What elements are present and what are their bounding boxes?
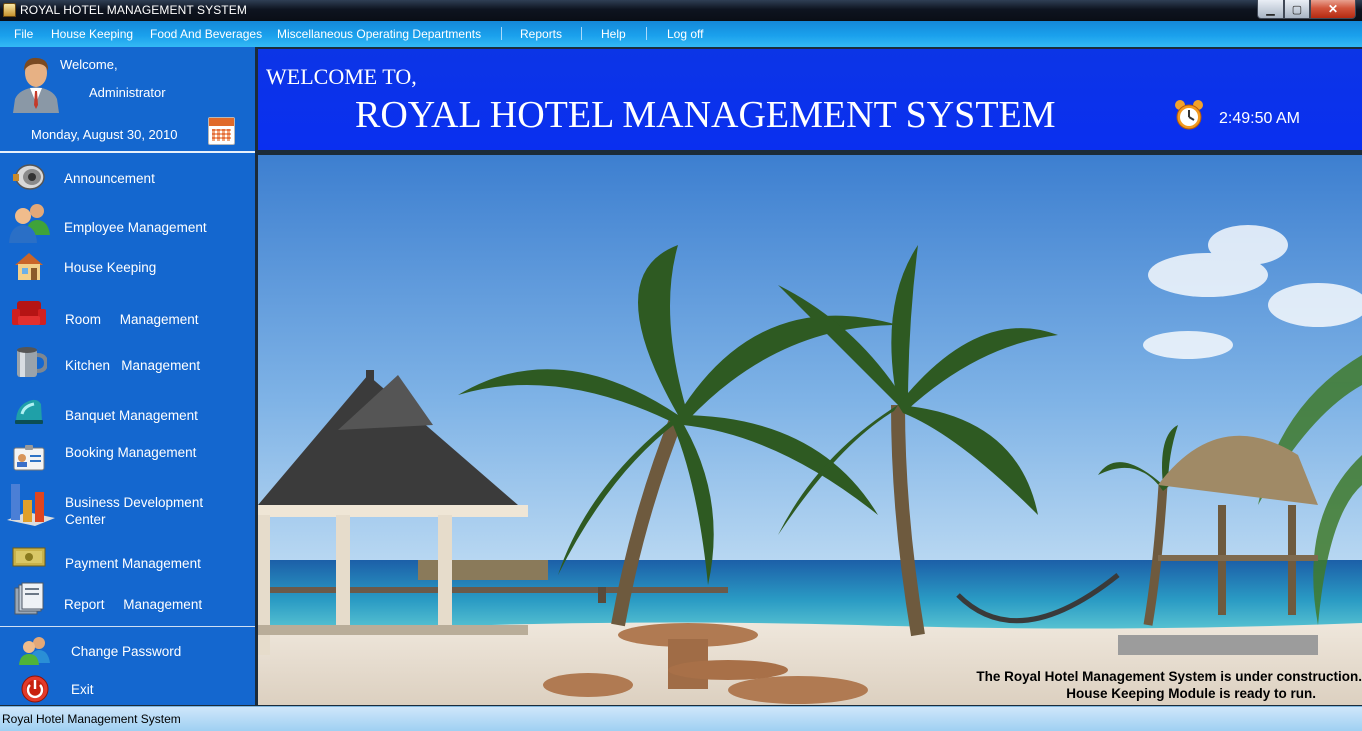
sidebar-item-label: Banquet Management — [65, 408, 198, 423]
power-icon — [21, 675, 49, 703]
sidebar: Welcome, Administrator Monday, August 30… — [0, 47, 255, 705]
sidebar-divider — [0, 626, 255, 627]
window-controls: ▁ ▢ ✕ — [1257, 0, 1356, 19]
user-avatar-icon — [13, 57, 59, 113]
books-icon — [14, 582, 44, 615]
sidebar-item-label: Room Management — [65, 312, 199, 327]
mug-icon — [17, 347, 47, 377]
window-title: ROYAL HOTEL MANAGEMENT SYSTEM — [20, 3, 247, 17]
header-welcome-text: WELCOME TO, — [266, 64, 417, 89]
armchair-icon — [12, 301, 46, 325]
title-bar: ROYAL HOTEL MANAGEMENT SYSTEM ▁ ▢ ✕ — [0, 0, 1362, 21]
sidebar-item-exit[interactable]: Exit — [0, 671, 253, 705]
sidebar-item-label: Report Management — [64, 597, 203, 612]
notice-line-1: The Royal Hotel Management System is und… — [976, 669, 1362, 684]
sidebar-item-label: Booking Management — [65, 445, 197, 460]
page-title: ROYAL HOTEL MANAGEMENT SYSTEM — [355, 94, 1056, 136]
menu-help[interactable]: Help — [601, 27, 626, 41]
id-card-icon — [13, 445, 45, 471]
sidebar-item-label: Payment Management — [65, 556, 201, 571]
minimize-button[interactable]: ▁ — [1257, 0, 1284, 19]
alarm-clock-icon — [1175, 100, 1203, 130]
sidebar-item-employee-management[interactable]: Employee Management — [0, 201, 253, 247]
status-text: Royal Hotel Management System — [2, 712, 181, 726]
users-key-icon — [19, 637, 50, 665]
menu-separator — [581, 27, 582, 40]
maximize-button[interactable]: ▢ — [1284, 0, 1310, 19]
menu-reports[interactable]: Reports — [520, 27, 562, 41]
close-button[interactable]: ✕ — [1310, 0, 1356, 19]
sidebar-item-label: Exit — [71, 682, 94, 697]
username: Administrator — [89, 85, 166, 100]
sidebar-item-booking-management[interactable]: Booking Management — [0, 437, 253, 477]
sidebar-item-label: Business Development — [65, 495, 204, 510]
sidebar-item-report-management[interactable]: Report Management — [0, 579, 253, 623]
users-icon — [9, 204, 50, 243]
sidebar-item-banquet-management[interactable]: Banquet Management — [0, 391, 253, 435]
calendar-icon[interactable] — [208, 117, 235, 145]
beach-scene-image — [258, 155, 1362, 705]
menu-misc-departments[interactable]: Miscellaneous Operating Departments — [277, 27, 481, 41]
bar-chart-icon — [7, 484, 55, 526]
app-icon — [3, 3, 16, 17]
menu-log-off[interactable]: Log off — [667, 27, 703, 41]
notice-line-2: House Keeping Module is ready to run. — [1066, 686, 1316, 701]
sidebar-item-room-management[interactable]: Room Management — [0, 297, 253, 341]
sidebar-item-house-keeping[interactable]: House Keeping — [0, 247, 253, 289]
sidebar-item-kitchen-management[interactable]: Kitchen Management — [0, 343, 253, 387]
sidebar-item-label: Employee Management — [64, 220, 207, 235]
current-date: Monday, August 30, 2010 — [31, 127, 178, 142]
clock-time: 2:49:50 AM — [1219, 110, 1300, 127]
sidebar-divider — [0, 151, 255, 153]
sidebar-item-label-line2: Center — [65, 512, 106, 527]
menu-separator — [646, 27, 647, 40]
house-icon — [15, 253, 43, 280]
hero-image: The Royal Hotel Management System is und… — [258, 155, 1362, 705]
cash-icon — [12, 547, 46, 567]
sidebar-item-label: Kitchen Management — [65, 358, 201, 373]
sidebar-item-payment-management[interactable]: Payment Management — [0, 537, 253, 577]
user-panel: Welcome, Administrator Monday, August 30… — [0, 47, 255, 151]
status-bar: Royal Hotel Management System — [0, 706, 1362, 731]
sidebar-item-label: Change Password — [71, 644, 182, 659]
megaphone-icon — [13, 164, 45, 190]
menu-food-and-beverages[interactable]: Food And Beverages — [150, 27, 262, 41]
sidebar-item-label: House Keeping — [64, 260, 157, 275]
sidebar-item-business-development[interactable]: Business Development Center — [0, 477, 253, 533]
menu-bar: File House Keeping Food And Beverages Mi… — [0, 21, 1362, 47]
iron-icon — [15, 399, 43, 424]
sidebar-item-change-password[interactable]: Change Password — [0, 631, 253, 669]
sidebar-item-label: Announcement — [64, 171, 155, 186]
welcome-greeting: Welcome, — [60, 57, 118, 72]
header-banner: WELCOME TO, ROYAL HOTEL MANAGEMENT SYSTE… — [258, 49, 1362, 150]
menu-file[interactable]: File — [14, 27, 33, 41]
sidebar-item-announcement[interactable]: Announcement — [0, 157, 253, 201]
menu-separator — [501, 27, 502, 40]
menu-house-keeping[interactable]: House Keeping — [51, 27, 133, 41]
